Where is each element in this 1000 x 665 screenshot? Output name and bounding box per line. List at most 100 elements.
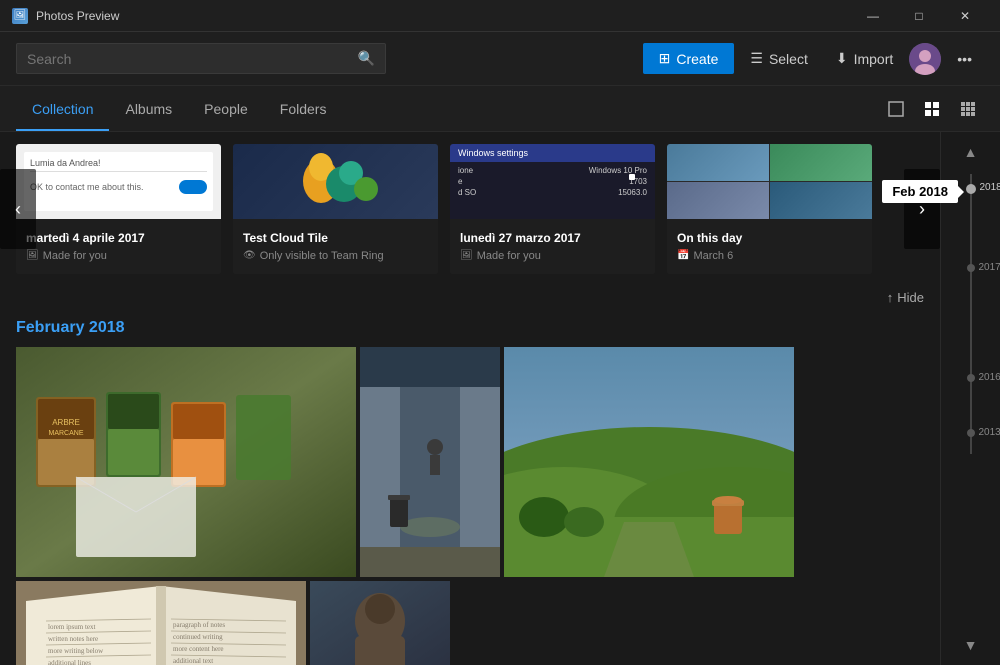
search-input[interactable]: [27, 51, 350, 67]
story2-meta-icon: 👁: [243, 250, 256, 261]
import-button[interactable]: ⬇ Import: [824, 43, 905, 74]
svg-text:written notes here: written notes here: [48, 635, 98, 643]
toolbar-right: ⊞ Create ☰ Select ⬇ Import •••: [643, 43, 984, 75]
timeline-bar: ▲ Feb 2018 2018 2017: [940, 132, 1000, 665]
story3-meta-text: Made for you: [477, 250, 541, 262]
svg-text:additional text: additional text: [173, 657, 213, 665]
timeline-dot-2016[interactable]: [967, 374, 975, 382]
import-icon: ⬇: [836, 50, 848, 67]
search-icon[interactable]: 🔍: [358, 50, 375, 67]
story2-meta-text: Only visible to Team Ring: [260, 250, 384, 262]
nav-bar: Collection Albums People Folders: [0, 86, 1000, 132]
create-icon: ⊞: [659, 50, 671, 67]
story-card-1[interactable]: Lumia da Andrea! OK to contact me about …: [16, 144, 221, 274]
nav-tabs: Collection Albums People Folders: [16, 86, 342, 131]
timeline-label-2018: 2018: [980, 182, 1000, 193]
story1-meta-text: Made for you: [43, 250, 107, 262]
scroll-area[interactable]: ‹ Lumia da Andrea! OK to contact me abou…: [0, 132, 940, 665]
photo-item-2[interactable]: [360, 347, 500, 577]
timeline-dot-2017[interactable]: [967, 264, 975, 272]
story1-image: Lumia da Andrea! OK to contact me about …: [16, 144, 221, 219]
select-button[interactable]: ☰ Select: [738, 43, 819, 74]
tab-folders[interactable]: Folders: [264, 86, 343, 131]
main-content: ‹ Lumia da Andrea! OK to contact me abou…: [0, 132, 1000, 665]
story4-meta: 📅 March 6: [677, 250, 862, 262]
carousel-prev-button[interactable]: ‹: [0, 169, 36, 249]
more-button[interactable]: •••: [945, 44, 984, 74]
view-grid-button[interactable]: [916, 93, 948, 125]
app-icon: 🖼: [12, 8, 28, 24]
story3-footer: lunedì 27 marzo 2017 🖼 Made for you: [450, 219, 655, 274]
timeline-label-2017: 2017: [979, 262, 1000, 273]
section-header: February 2018: [0, 313, 940, 347]
story3-meta-icon: 🖼: [460, 250, 473, 261]
avatar[interactable]: [909, 43, 941, 75]
timeline-dot-2013[interactable]: [967, 429, 975, 437]
photo-item-3[interactable]: [504, 347, 794, 577]
svg-text:continued writing: continued writing: [173, 633, 223, 641]
view-large-grid-button[interactable]: [952, 93, 984, 125]
window-controls: — □ ✕: [850, 0, 988, 32]
story-card-3[interactable]: Windows settings ioneWindows 10 Pro e170…: [450, 144, 655, 274]
select-label: Select: [769, 51, 808, 67]
story-card-2[interactable]: Test Cloud Tile 👁 Only visible to Team R…: [233, 144, 438, 274]
tab-collection[interactable]: Collection: [16, 86, 109, 131]
svg-text:more content here: more content here: [173, 645, 224, 653]
section-title: February 2018: [16, 319, 125, 336]
timeline-down-button[interactable]: ▼: [960, 633, 982, 657]
hide-button[interactable]: ↑ Hide: [887, 290, 924, 305]
story3-meta: 🖼 Made for you: [460, 250, 645, 262]
tab-people[interactable]: People: [188, 86, 264, 131]
timeline-up-button[interactable]: ▲: [960, 140, 982, 164]
svg-text:lorem ipsum text: lorem ipsum text: [48, 623, 95, 631]
svg-text:paragraph of notes: paragraph of notes: [173, 621, 225, 629]
story3-image: Windows settings ioneWindows 10 Pro e170…: [450, 144, 655, 219]
story1-text1: Lumia da Andrea!: [30, 158, 207, 168]
timeline-tooltip: Feb 2018: [882, 180, 958, 203]
import-label: Import: [854, 51, 894, 67]
story1-meta-icon: 🖼: [26, 250, 39, 261]
timeline-label-2013: 2013: [979, 427, 1000, 438]
hide-row: ↑ Hide: [0, 286, 940, 313]
story2-meta: 👁 Only visible to Team Ring: [243, 250, 428, 262]
stories-section: ‹ Lumia da Andrea! OK to contact me abou…: [0, 132, 940, 286]
stories-row: Lumia da Andrea! OK to contact me about …: [16, 144, 924, 274]
create-label: Create: [676, 51, 718, 67]
story1-footer: martedì 4 aprile 2017 🖼 Made for you: [16, 219, 221, 274]
photo-item-1[interactable]: ARBRE MARCANE: [16, 347, 356, 577]
photo-item-4[interactable]: lorem ipsum text written notes here more…: [16, 581, 306, 665]
photo-grid: ARBRE MARCANE: [0, 347, 940, 665]
photo-item-5[interactable]: [310, 581, 450, 665]
title-bar-left: 🖼 Photos Preview: [12, 8, 119, 24]
title-bar: 🖼 Photos Preview — □ ✕: [0, 0, 1000, 32]
story1-title: martedì 4 aprile 2017: [26, 231, 211, 247]
select-icon: ☰: [750, 50, 763, 67]
story1-meta: 🖼 Made for you: [26, 250, 211, 262]
timeline-dot-2018[interactable]: [966, 184, 976, 194]
timeline-label-2016: 2016: [979, 372, 1000, 383]
hide-up-arrow: ↑: [887, 290, 894, 305]
create-button[interactable]: ⊞ Create: [643, 43, 735, 74]
toolbar: 🔍 ⊞ Create ☰ Select ⬇ Import •••: [0, 32, 1000, 86]
close-button[interactable]: ✕: [942, 0, 988, 32]
story4-footer: On this day 📅 March 6: [667, 219, 872, 274]
maximize-button[interactable]: □: [896, 0, 942, 32]
story3-title: lunedì 27 marzo 2017: [460, 231, 645, 247]
minimize-button[interactable]: —: [850, 0, 896, 32]
story2-footer: Test Cloud Tile 👁 Only visible to Team R…: [233, 219, 438, 274]
story4-title: On this day: [677, 231, 862, 247]
hide-label: Hide: [897, 290, 924, 305]
svg-text:more writing below: more writing below: [48, 647, 104, 655]
story1-text2: OK to contact me about this.: [30, 182, 144, 192]
story-card-4[interactable]: On this day 📅 March 6: [667, 144, 872, 274]
app-title: Photos Preview: [36, 9, 119, 23]
svg-text:MARCANE: MARCANE: [48, 430, 83, 437]
view-single-button[interactable]: [880, 93, 912, 125]
view-icons: [880, 93, 984, 125]
story2-image: [233, 144, 438, 219]
tab-albums[interactable]: Albums: [109, 86, 188, 131]
search-box: 🔍: [16, 43, 386, 74]
svg-text:additional lines: additional lines: [48, 659, 91, 665]
story4-meta-text: March 6: [693, 250, 733, 262]
story2-title: Test Cloud Tile: [243, 231, 428, 247]
